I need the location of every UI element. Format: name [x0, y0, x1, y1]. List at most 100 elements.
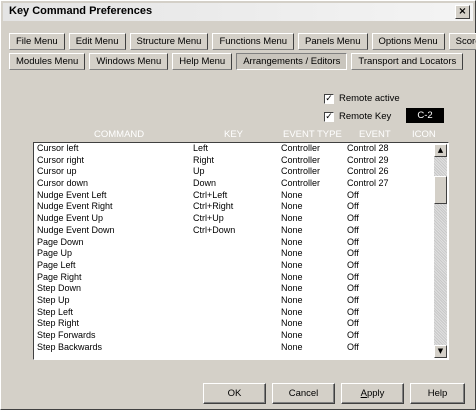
event-type-cell: None: [281, 236, 303, 247]
event-cell: Off: [347, 283, 359, 294]
tab-row-2: Modules Menu Windows Menu Help Menu Arrange…: [9, 53, 467, 70]
column-event-type[interactable]: EVENT TYPE: [283, 129, 342, 140]
table-row[interactable]: Cursor up Up Controller Control 26: [34, 166, 448, 178]
event-type-cell: Controller: [281, 166, 321, 177]
table-row[interactable]: Nudge Event Right Ctrl+Right None Off: [34, 201, 448, 213]
event-type-cell: None: [281, 201, 303, 212]
table-row[interactable]: Cursor down Down Controller Control 27: [34, 178, 448, 190]
apply-button[interactable]: Apply: [341, 383, 404, 404]
command-cell: Cursor up: [37, 166, 77, 177]
event-type-cell: None: [281, 213, 303, 224]
command-list[interactable]: Cursor left Left Controller Control 28 Curso…: [33, 142, 449, 360]
column-event[interactable]: EVENT: [359, 129, 391, 140]
tab-modules-menu[interactable]: Modules Menu: [9, 53, 86, 70]
vertical-scrollbar[interactable]: ▲ ▼: [434, 144, 447, 358]
table-row[interactable]: Cursor right Right Controller Control 29: [34, 155, 448, 167]
event-type-cell: None: [281, 224, 303, 235]
tab-edit-menu[interactable]: Edit Menu: [68, 33, 126, 50]
command-cell: Page Down: [37, 236, 84, 247]
tab-structure-menu[interactable]: Structure Menu: [129, 33, 209, 50]
tab-file-menu[interactable]: File Menu: [9, 33, 65, 50]
close-icon[interactable]: ×: [455, 5, 470, 19]
tab-arrangements-editors[interactable]: Arrangements / Editors: [236, 53, 348, 70]
event-type-cell: None: [281, 294, 303, 305]
event-cell: Off: [347, 341, 359, 352]
remote-key-option[interactable]: ✓ Remote Key: [324, 111, 391, 122]
command-cell: Cursor right: [37, 154, 85, 165]
event-cell: Off: [347, 236, 359, 247]
event-type-cell: None: [281, 330, 303, 340]
remote-key-label: Remote Key: [339, 111, 392, 122]
remote-active-checkbox[interactable]: ✓: [324, 93, 334, 104]
command-cell: Nudge Event Right: [37, 201, 113, 212]
help-button[interactable]: Help: [410, 383, 465, 404]
event-cell: Off: [347, 318, 359, 329]
table-row[interactable]: Step Left None Off: [34, 307, 448, 319]
command-cell: Page Left: [37, 259, 76, 270]
table-row[interactable]: Page Up None Off: [34, 248, 448, 260]
event-type-cell: Controller: [281, 178, 321, 189]
key-cell: Up: [193, 166, 205, 177]
key-cell: Ctrl+Left: [193, 189, 228, 200]
title-bar[interactable]: Key Command Preferences ×: [3, 3, 473, 21]
tab-help-menu[interactable]: Help Menu: [172, 53, 233, 70]
command-cell: Nudge Event Up: [37, 213, 104, 224]
command-cell: Step Down: [37, 283, 82, 294]
event-type-cell: None: [281, 318, 303, 329]
table-row[interactable]: Step Forwards None Off: [34, 330, 448, 342]
event-cell: Off: [347, 271, 359, 282]
key-cell: Ctrl+Down: [193, 224, 236, 235]
column-command[interactable]: COMMAND: [94, 129, 144, 140]
event-cell: Off: [347, 189, 359, 200]
event-cell: Off: [347, 213, 359, 224]
remote-active-label: Remote active: [339, 93, 400, 104]
key-cell: Left: [193, 143, 209, 153]
event-type-cell: None: [281, 341, 303, 352]
scroll-down-icon[interactable]: ▼: [434, 345, 447, 358]
ok-button[interactable]: OK: [203, 383, 266, 404]
tab-score[interactable]: Score: [448, 33, 476, 50]
event-cell: Control 29: [347, 154, 389, 165]
column-icon[interactable]: ICON: [412, 129, 436, 140]
event-type-cell: None: [281, 189, 303, 200]
event-cell: Off: [347, 306, 359, 317]
tab-transport-and-locators[interactable]: Transport and Locators: [351, 53, 464, 70]
tab-windows-menu[interactable]: Windows Menu: [89, 53, 169, 70]
tab-options-menu[interactable]: Options Menu: [371, 33, 445, 50]
table-row[interactable]: Cursor left Left Controller Control 28: [34, 143, 448, 155]
table-row[interactable]: Nudge Event Up Ctrl+Up None Off: [34, 213, 448, 225]
remote-key-checkbox[interactable]: ✓: [324, 111, 334, 122]
table-row[interactable]: Page Left None Off: [34, 260, 448, 272]
key-cell: Ctrl+Right: [193, 201, 234, 212]
key-cell: Ctrl+Up: [193, 213, 224, 224]
table-row[interactable]: Page Right None Off: [34, 272, 448, 284]
remote-key-field[interactable]: C-2: [406, 108, 444, 123]
event-cell: Control 26: [347, 166, 389, 177]
remote-active-option[interactable]: ✓ Remote active: [324, 93, 400, 104]
event-cell: Control 27: [347, 178, 389, 189]
event-cell: Off: [347, 201, 359, 212]
scroll-up-icon[interactable]: ▲: [434, 144, 447, 157]
event-cell: Off: [347, 330, 359, 340]
command-cell: Cursor left: [37, 143, 79, 153]
event-type-cell: Controller: [281, 143, 321, 153]
table-row[interactable]: Step Right None Off: [34, 318, 448, 330]
table-row[interactable]: Nudge Event Down Ctrl+Down None Off: [34, 225, 448, 237]
column-key[interactable]: KEY: [224, 129, 243, 140]
tab-functions-menu[interactable]: Functions Menu: [212, 33, 295, 50]
command-cell: Page Right: [37, 271, 82, 282]
command-cell: Step Left: [37, 306, 74, 317]
table-row[interactable]: Page Down None Off: [34, 237, 448, 249]
table-row[interactable]: Step Up None Off: [34, 295, 448, 307]
tab-panels-menu[interactable]: Panels Menu: [298, 33, 368, 50]
table-row[interactable]: Step Down None Off: [34, 283, 448, 295]
table-row[interactable]: Nudge Event Left Ctrl+Left None Off: [34, 190, 448, 202]
event-cell: Control 28: [347, 143, 389, 153]
event-type-cell: None: [281, 306, 303, 317]
preferences-dialog: Key Command Preferences × File Menu Edit …: [0, 0, 476, 410]
cancel-button[interactable]: Cancel: [272, 383, 335, 404]
table-row[interactable]: Step Backwards None Off: [34, 342, 448, 354]
command-cell: Step Backwards: [37, 341, 103, 352]
column-headers: COMMAND KEY EVENT TYPE EVENT ICON: [1, 129, 476, 141]
scroll-thumb[interactable]: [434, 176, 447, 204]
